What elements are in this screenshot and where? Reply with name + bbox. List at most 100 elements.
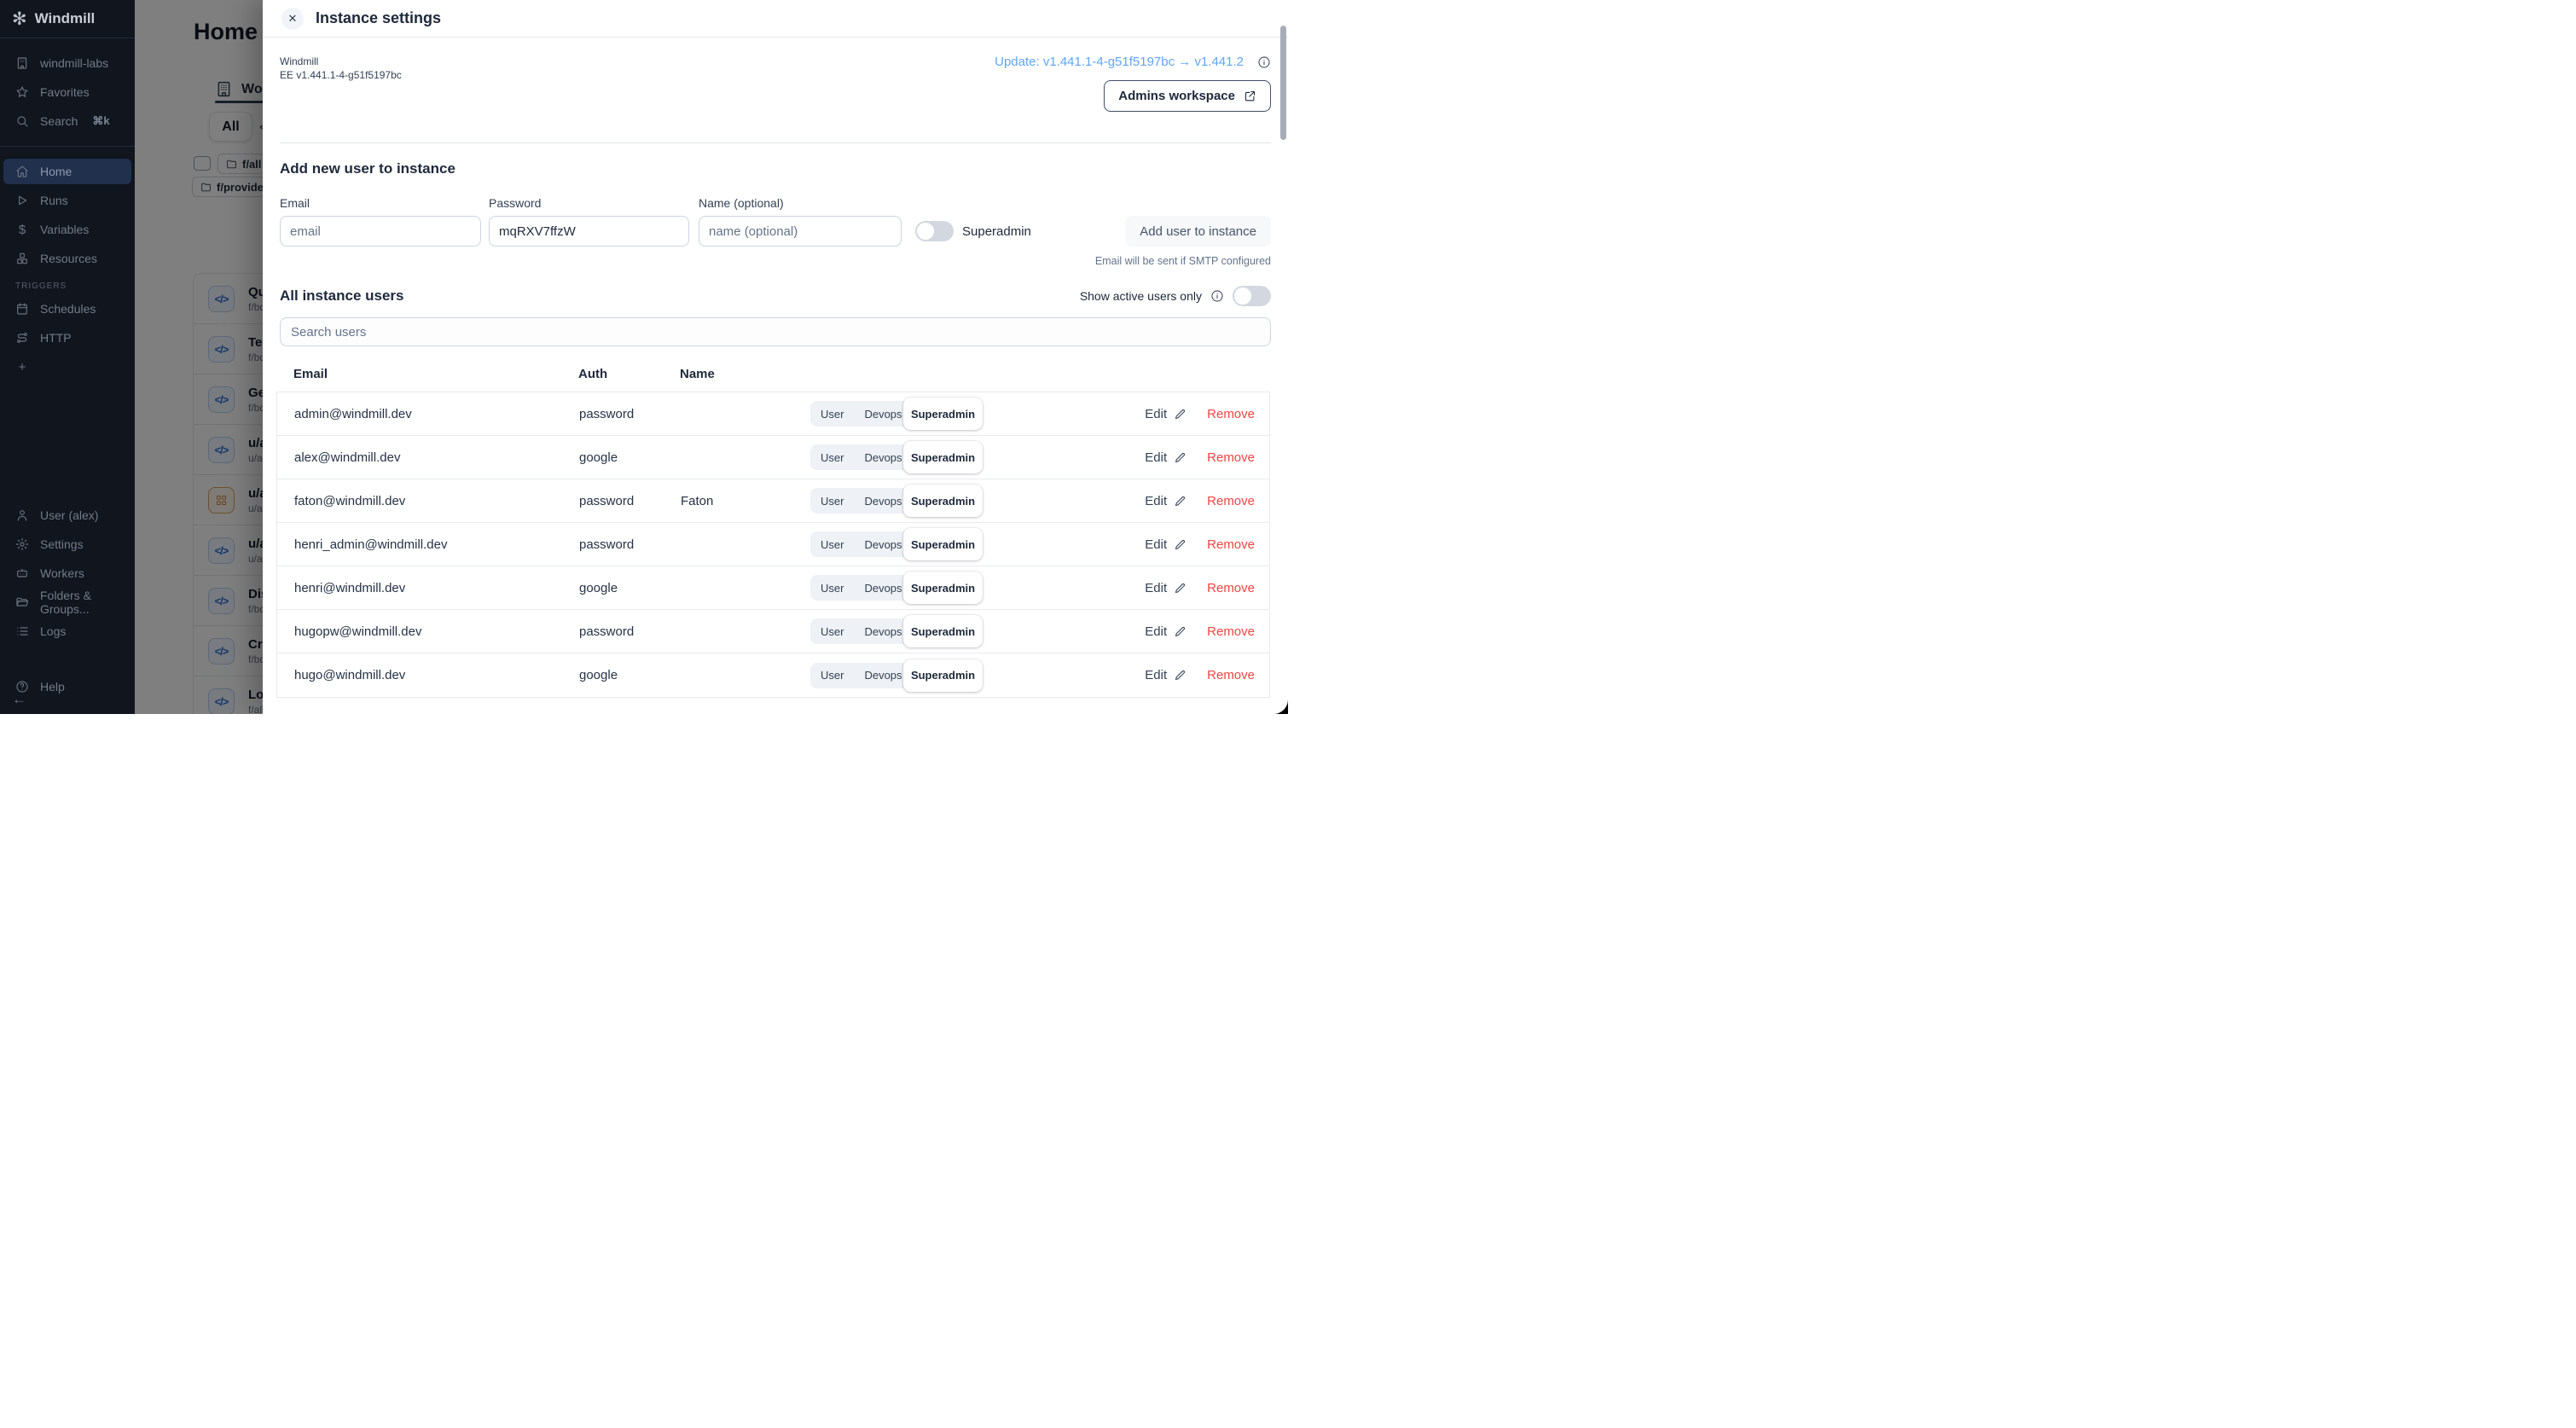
user-email: admin@windmill.dev [294, 407, 579, 421]
collapse-sidebar-icon[interactable]: ← [12, 691, 26, 708]
user-auth: password [579, 494, 681, 508]
settings-tab[interactable] [513, 125, 516, 142]
settings-tab[interactable] [426, 125, 429, 142]
sidebar-item-favorites[interactable]: Favorites [3, 79, 131, 105]
role-option-superadmin-selected[interactable]: Superadmin [903, 615, 983, 647]
remove-button[interactable]: Remove [1207, 450, 1255, 465]
admins-workspace-label: Admins workspace [1118, 89, 1235, 103]
user-email: henri@windmill.dev [294, 581, 579, 595]
settings-tab[interactable] [368, 125, 371, 142]
role-option-superadmin-selected[interactable]: Superadmin [903, 528, 983, 560]
info-icon[interactable] [1210, 289, 1224, 303]
remove-button[interactable]: Remove [1207, 537, 1255, 552]
role-option-user[interactable]: User [810, 669, 854, 682]
search-users-input[interactable] [280, 317, 1271, 346]
users-table-header: Email Auth Name [276, 358, 1270, 392]
sidebar-add-trigger-button[interactable]: + [3, 354, 131, 380]
user-auth: google [579, 668, 681, 682]
building-icon [15, 56, 29, 70]
role-option-superadmin-selected[interactable]: Superadmin [903, 398, 983, 430]
star-icon [15, 85, 29, 99]
sidebar-item-settings[interactable]: Settings [3, 531, 131, 557]
role-option-superadmin-selected[interactable]: Superadmin [903, 659, 983, 692]
password-field[interactable] [489, 216, 689, 247]
show-active-toggle[interactable] [1233, 286, 1271, 306]
remove-button[interactable]: Remove [1207, 407, 1255, 421]
user-row: faton@windmill.dev password Faton User D… [277, 479, 1269, 523]
sidebar-item-logs[interactable]: Logs [3, 618, 131, 644]
user-email: alex@windmill.dev [294, 450, 579, 465]
sidebar-item-variables[interactable]: $ Variables [3, 217, 131, 242]
role-option-user[interactable]: User [810, 625, 854, 638]
sidebar-item-resources[interactable]: Resources [3, 246, 131, 271]
drawer-header: ✕ Instance settings [263, 0, 1288, 38]
sidebar: ✻ Windmill windmill-labs Favorites Searc… [0, 0, 135, 714]
settings-tab[interactable] [397, 125, 400, 142]
windmill-pinwheel-icon: ✻ [12, 10, 27, 28]
sidebar-item-schedules[interactable]: Schedules [3, 296, 131, 322]
edit-button[interactable]: Edit [1145, 450, 1186, 465]
user-auth: password [579, 407, 681, 421]
user-email: hugo@windmill.dev [294, 668, 579, 682]
add-user-heading: Add new user to instance [280, 160, 1271, 177]
sidebar-item-home[interactable]: Home [3, 159, 131, 184]
settings-tab[interactable] [484, 125, 487, 142]
edit-button[interactable]: Edit [1145, 407, 1186, 421]
sidebar-item-user[interactable]: User (alex) [3, 502, 131, 528]
remove-button[interactable]: Remove [1207, 581, 1255, 595]
sidebar-item-workers[interactable]: Workers [3, 560, 131, 586]
edit-label: Edit [1145, 494, 1167, 508]
sidebar-item-label: windmill-labs [40, 56, 108, 70]
edit-button[interactable]: Edit [1145, 624, 1186, 639]
user-email: hugopw@windmill.dev [294, 624, 579, 639]
close-button[interactable]: ✕ [281, 8, 304, 30]
role-option-superadmin-selected[interactable]: Superadmin [903, 441, 983, 473]
search-shortcut: ⌘k [92, 114, 109, 128]
edit-button[interactable]: Edit [1145, 537, 1186, 552]
windmill-logo[interactable]: ✻ Windmill [0, 0, 135, 38]
remove-button[interactable]: Remove [1207, 494, 1255, 508]
scrollbar-thumb[interactable] [1280, 26, 1286, 140]
windmill-logo-label: Windmill [35, 10, 96, 27]
sidebar-item-search[interactable]: Search ⌘k [3, 108, 131, 134]
settings-tab[interactable] [339, 125, 342, 142]
user-email: faton@windmill.dev [294, 494, 579, 508]
sidebar-item-folders-groups[interactable]: Folders & Groups... [3, 589, 131, 615]
role-segmented-control: User Devops Superadmin [810, 531, 983, 557]
sidebar-item-label: HTTP [40, 331, 72, 345]
sidebar-item-label: Variables [40, 223, 89, 236]
name-field[interactable] [699, 216, 902, 247]
dollar-icon: $ [15, 223, 29, 237]
sidebar-item-workspace[interactable]: windmill-labs [3, 50, 131, 76]
role-option-user[interactable]: User [810, 538, 854, 551]
settings-tab[interactable] [455, 125, 458, 142]
role-option-superadmin-selected[interactable]: Superadmin [903, 485, 983, 517]
sidebar-item-http[interactable]: HTTP [3, 325, 131, 351]
remove-button[interactable]: Remove [1207, 668, 1255, 682]
role-option-user[interactable]: User [810, 495, 854, 508]
search-icon [15, 114, 29, 128]
edit-button[interactable]: Edit [1145, 494, 1186, 508]
edit-button[interactable]: Edit [1145, 668, 1186, 682]
settings-tab[interactable] [310, 125, 313, 142]
email-field[interactable] [280, 216, 481, 247]
info-icon[interactable] [1257, 55, 1271, 69]
email-label: Email [280, 196, 481, 210]
update-version-link[interactable]: Update: v1.441.1-4-g51f5197bc → v1.441.2 [995, 55, 1244, 69]
add-user-button[interactable]: Add user to instance [1125, 216, 1271, 247]
name-label: Name (optional) [699, 196, 902, 210]
admins-workspace-button[interactable]: Admins workspace [1104, 80, 1271, 112]
role-option-user[interactable]: User [810, 408, 854, 421]
superadmin-toggle[interactable] [915, 221, 954, 241]
edit-button[interactable]: Edit [1145, 581, 1186, 595]
sidebar-item-label: Folders & Groups... [40, 589, 131, 616]
role-option-user[interactable]: User [810, 451, 854, 464]
remove-button[interactable]: Remove [1207, 624, 1255, 639]
role-option-user[interactable]: User [810, 582, 854, 595]
sidebar-item-runs[interactable]: Runs [3, 188, 131, 213]
column-email: Email [293, 367, 578, 381]
user-auth: password [579, 624, 681, 639]
sidebar-item-label: Help [40, 680, 65, 694]
pencil-icon [1174, 408, 1186, 421]
role-option-superadmin-selected[interactable]: Superadmin [903, 572, 983, 604]
